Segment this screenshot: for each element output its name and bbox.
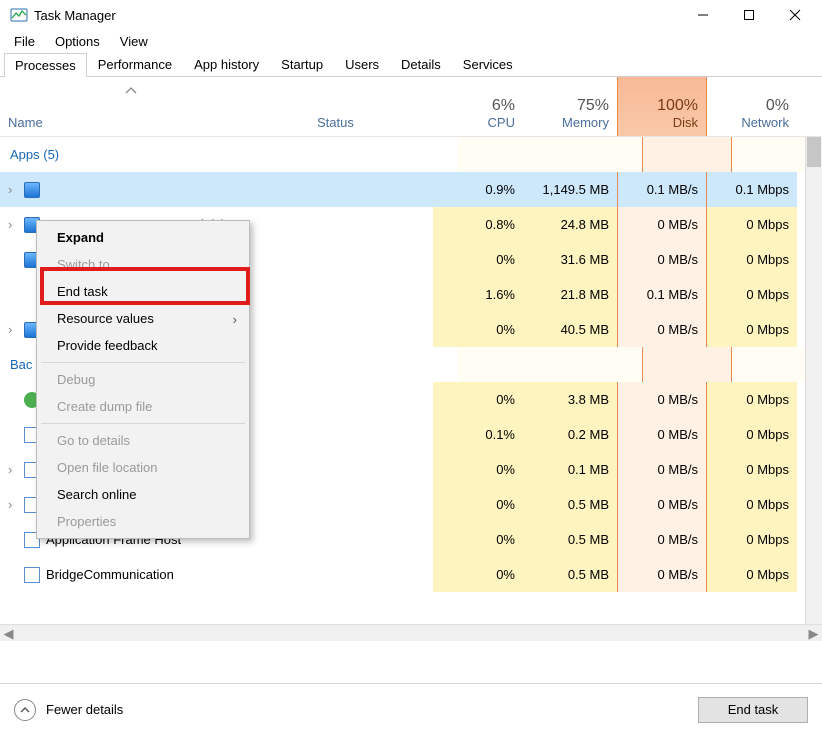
chevron-right-icon[interactable]: › [8, 462, 18, 477]
col-header-name[interactable]: Name [0, 77, 309, 136]
tab-processes[interactable]: Processes [4, 53, 87, 77]
fewer-details-label[interactable]: Fewer details [46, 702, 123, 717]
ctx-go-to-details: Go to details [39, 427, 247, 454]
process-row[interactable]: › 0.9% 1,149.5 MB 0.1 MB/s 0.1 Mbps [0, 172, 822, 207]
maximize-button[interactable] [726, 0, 772, 30]
chevron-right-icon[interactable]: › [8, 217, 18, 232]
tab-details[interactable]: Details [390, 52, 452, 76]
col-header-cpu[interactable]: 6%CPU [433, 77, 523, 136]
context-menu: Expand Switch to End task Resource value… [36, 220, 250, 539]
ctx-provide-feedback[interactable]: Provide feedback [39, 332, 247, 359]
service-icon [24, 567, 40, 583]
tab-services[interactable]: Services [452, 52, 524, 76]
tab-app-history[interactable]: App history [183, 52, 270, 76]
separator [41, 423, 245, 424]
close-button[interactable] [772, 0, 818, 30]
menubar: File Options View [0, 30, 822, 52]
ctx-end-task[interactable]: End task [39, 278, 247, 305]
fewer-details-toggle[interactable] [14, 699, 36, 721]
col-header-status[interactable]: Status [309, 77, 433, 136]
tab-performance[interactable]: Performance [87, 52, 183, 76]
tab-startup[interactable]: Startup [270, 52, 334, 76]
chevron-right-icon: › [233, 312, 237, 327]
minimize-button[interactable] [680, 0, 726, 30]
column-header-row: Name Status 6%CPU 75%Memory 100%Disk 0%N… [0, 77, 822, 137]
ctx-open-file-location: Open file location [39, 454, 247, 481]
col-header-disk[interactable]: 100%Disk [617, 77, 707, 136]
ctx-expand[interactable]: Expand [39, 224, 247, 251]
col-header-memory[interactable]: 75%Memory [523, 77, 617, 136]
scroll-left-icon[interactable]: ◀ [0, 625, 17, 642]
scroll-right-icon[interactable]: ▶ [805, 625, 822, 642]
tab-strip: Processes Performance App history Startu… [0, 52, 822, 77]
menu-options[interactable]: Options [45, 31, 110, 52]
col-header-network[interactable]: 0%Network [707, 77, 797, 136]
window-title: Task Manager [34, 8, 116, 23]
chevron-right-icon[interactable]: › [8, 182, 18, 197]
ctx-resource-values[interactable]: Resource values› [39, 305, 247, 332]
footer: Fewer details End task [0, 683, 822, 735]
ctx-debug: Debug [39, 366, 247, 393]
menu-file[interactable]: File [4, 31, 45, 52]
group-header-apps[interactable]: Apps (5) [0, 137, 822, 172]
separator [41, 362, 245, 363]
ctx-search-online[interactable]: Search online [39, 481, 247, 508]
tab-users[interactable]: Users [334, 52, 390, 76]
sort-caret-icon [125, 83, 137, 98]
ctx-create-dump: Create dump file [39, 393, 247, 420]
chevron-right-icon[interactable]: › [8, 322, 18, 337]
end-task-button[interactable]: End task [698, 697, 808, 723]
ctx-switch-to: Switch to [39, 251, 247, 278]
horizontal-scrollbar[interactable]: ◀ ▶ [0, 624, 822, 641]
menu-view[interactable]: View [110, 31, 158, 52]
task-manager-icon [10, 6, 28, 24]
app-icon [24, 182, 40, 198]
scrollbar-thumb[interactable] [807, 137, 821, 167]
vertical-scrollbar[interactable] [805, 137, 822, 624]
process-row[interactable]: BridgeCommunication 0% 0.5 MB 0 MB/s 0 M… [0, 557, 822, 592]
chevron-right-icon[interactable]: › [8, 497, 18, 512]
titlebar: Task Manager [0, 0, 822, 30]
ctx-properties: Properties [39, 508, 247, 535]
